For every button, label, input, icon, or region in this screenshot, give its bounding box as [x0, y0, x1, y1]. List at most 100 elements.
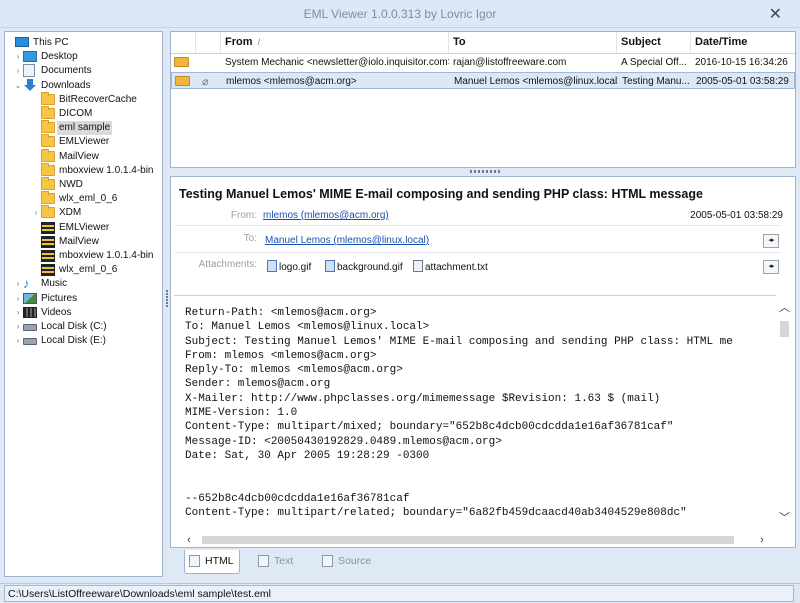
message-body[interactable]: Return-Path: <mlemos@acm.org> To: Manuel …: [174, 295, 776, 537]
tree-item[interactable]: NWD: [5, 177, 162, 192]
chevron-right-icon[interactable]: ›: [13, 320, 23, 334]
list-header: From / To Subject Date/Time: [171, 32, 795, 54]
close-icon[interactable]: ✕: [769, 4, 782, 24]
tree-item[interactable]: DICOM: [5, 106, 162, 121]
tree-item[interactable]: › XDM: [5, 205, 162, 220]
tree-item[interactable]: wlx_eml_0_6: [5, 263, 162, 277]
tree-item-label: Videos: [41, 306, 72, 318]
message-row[interactable]: System Mechanic <newsletter@iolo.inquisi…: [171, 54, 795, 71]
column-header-from[interactable]: From /: [221, 32, 449, 53]
tab-label: Text: [274, 555, 294, 567]
tree-item[interactable]: mboxview 1.0.1.4-bin: [5, 162, 162, 178]
body-horizontal-scrollbar[interactable]: ‹ ›: [174, 533, 777, 547]
tree-item[interactable]: › Pictures: [5, 292, 162, 306]
message-list[interactable]: From / To Subject Date/Time System Mecha…: [170, 31, 796, 168]
tree-item[interactable]: EMLViewer: [5, 134, 162, 149]
tree-item[interactable]: BitRecoverCache: [5, 91, 162, 107]
chevron-right-icon[interactable]: ›: [13, 306, 23, 320]
chevron-right-icon[interactable]: ›: [13, 50, 23, 64]
scroll-thumb[interactable]: [202, 536, 734, 544]
tree-item[interactable]: MailView: [5, 235, 162, 249]
tab-source[interactable]: Source: [318, 550, 378, 574]
chevron-down-icon[interactable]: ⌄: [13, 79, 23, 93]
tree-item-label: Downloads: [41, 79, 91, 91]
cell-to: Manuel Lemos <mlemos@linux.local>: [454, 76, 618, 87]
tree-item-label: eml sample: [57, 121, 113, 136]
archive-icon: [41, 263, 55, 277]
folder-icon: [41, 120, 55, 134]
cell-date: 2016-10-15 16:34:26: [695, 57, 788, 68]
column-header-subject[interactable]: Subject: [617, 32, 691, 53]
horizontal-splitter[interactable]: [470, 170, 500, 173]
chevron-right-icon[interactable]: ›: [13, 334, 23, 348]
tree-item[interactable]: › ♪ Music: [5, 277, 162, 291]
status-bar: C:\Users\ListOffreeware\Downloads\eml sa…: [0, 583, 800, 603]
tree-item[interactable]: wlx_eml_0_6: [5, 191, 162, 206]
tree-item-label: MailView: [59, 235, 99, 247]
from-link[interactable]: mlemos (mlemos@acm.org): [263, 210, 389, 221]
tree-item[interactable]: ⌄ Downloads: [5, 78, 162, 93]
tree-item-label: Music: [41, 278, 68, 290]
to-scroll-arrows-icon[interactable]: ◂▸: [763, 234, 779, 248]
html-icon: [189, 555, 200, 567]
vertical-splitter[interactable]: [165, 290, 169, 314]
envelope-icon: [174, 57, 189, 67]
attachment-column-header[interactable]: [196, 32, 221, 53]
text-icon: [258, 555, 269, 567]
folder-icon: [41, 148, 55, 163]
attachments-scroll-arrows-icon[interactable]: ◂▸: [763, 260, 779, 274]
view-tabs: HTML Text Source: [170, 550, 796, 576]
body-line: Date: Sat, 30 Apr 2005 19:28:29 -0300: [185, 449, 430, 462]
cell-subject: Testing Manu...: [622, 76, 690, 87]
tree-item-label: Desktop: [41, 51, 78, 63]
chevron-right-icon[interactable]: ›: [13, 277, 23, 291]
tree-item[interactable]: EMLViewer: [5, 221, 162, 235]
column-header-date[interactable]: Date/Time: [691, 32, 795, 53]
folder-icon: [41, 106, 55, 120]
tree-item[interactable]: › Documents: [5, 64, 162, 78]
attachment-name: background.gif: [337, 262, 403, 273]
scroll-thumb[interactable]: [780, 321, 789, 337]
disk-icon: [23, 320, 37, 333]
attachment-logo[interactable]: logo.gif: [267, 260, 311, 274]
chevron-right-icon[interactable]: ›: [13, 64, 23, 78]
envelope-column-header[interactable]: [171, 32, 196, 53]
tree-item-label: EMLViewer: [59, 136, 110, 148]
cell-subject: A Special Off...: [621, 57, 687, 68]
folder-icon: [41, 134, 55, 148]
scroll-down-icon[interactable]: ﹀: [776, 509, 793, 524]
folder-icon: [41, 191, 55, 205]
tab-html[interactable]: HTML: [184, 550, 240, 574]
cell-from: System Mechanic <newsletter@iolo.inquisi…: [225, 57, 449, 68]
tree-item[interactable]: MailView: [5, 148, 162, 164]
tab-text[interactable]: Text: [254, 550, 304, 574]
column-header-to[interactable]: To: [449, 32, 617, 53]
attachment-text[interactable]: attachment.txt: [413, 260, 488, 274]
chevron-right-icon[interactable]: ›: [13, 292, 23, 306]
videos-icon: [23, 306, 37, 319]
body-vertical-scrollbar[interactable]: ︿ ﹀: [776, 295, 793, 524]
tree-item-label: mboxview 1.0.1.4-bin: [59, 164, 154, 176]
paperclip-icon: ⌀: [202, 76, 209, 88]
tree-item[interactable]: › Desktop: [5, 50, 162, 64]
header-separator: [175, 252, 781, 253]
message-row[interactable]: ⌀ mlemos <mlemos@acm.org> Manuel Lemos <ml…: [171, 72, 795, 89]
tree-item[interactable]: › Local Disk (E:): [5, 334, 162, 348]
attachment-background[interactable]: background.gif: [325, 260, 403, 274]
archive-icon: [41, 235, 55, 248]
scroll-up-icon[interactable]: ︿: [776, 299, 793, 314]
pc-icon: [15, 36, 29, 49]
folder-icon: [41, 205, 55, 219]
folder-tree[interactable]: This PC › Desktop › Documents ⌄ Downloads BitRe…: [4, 31, 163, 577]
tree-item[interactable]: eml sample: [5, 120, 162, 136]
tree-item[interactable]: This PC: [5, 36, 162, 50]
tree-item[interactable]: › Local Disk (C:): [5, 320, 162, 334]
chevron-right-icon[interactable]: ›: [31, 206, 41, 220]
tree-item-label: Pictures: [41, 292, 78, 304]
tree-item[interactable]: mboxview 1.0.1.4-bin: [5, 249, 162, 263]
source-icon: [322, 555, 333, 567]
scroll-left-icon[interactable]: ‹: [182, 533, 196, 547]
to-link[interactable]: Manuel Lemos (mlemos@linux.local): [265, 235, 429, 246]
tree-item[interactable]: › Videos: [5, 306, 162, 320]
scroll-right-icon[interactable]: ›: [755, 533, 769, 547]
